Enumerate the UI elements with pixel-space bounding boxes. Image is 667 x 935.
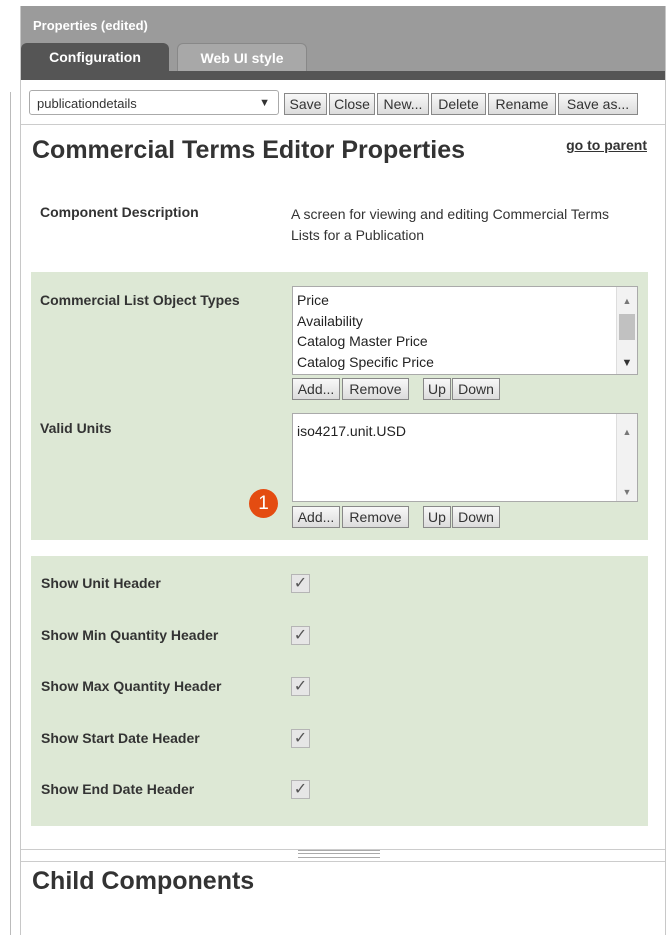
show-end-date-header-checkbox[interactable]: ✓ [291, 780, 310, 799]
scrollbar[interactable]: ▲ ▼ [616, 287, 637, 374]
component-description: A screen for viewing and editing Commerc… [291, 206, 609, 243]
toolbar: publicationdetails ▼ Save Close New... D… [21, 80, 665, 125]
object-types-listbox[interactable]: Price Availability Catalog Master Price … [292, 286, 638, 375]
properties-panel: Properties (edited) Configuration Web UI… [20, 6, 666, 935]
component-select[interactable]: publicationdetails ▼ [29, 90, 279, 115]
scrollbar[interactable]: ▲ ▼ [616, 414, 637, 501]
valid-units-down-button[interactable]: Down [452, 506, 500, 528]
list-item[interactable]: Price [293, 290, 637, 311]
valid-units-label: Valid Units [40, 420, 112, 436]
show-min-quantity-header-label: Show Min Quantity Header [41, 627, 219, 643]
object-types-up-button[interactable]: Up [423, 378, 451, 400]
close-button[interactable]: Close [329, 93, 375, 115]
scroll-up-icon[interactable]: ▲ [617, 422, 637, 443]
left-panel-edge [10, 92, 11, 935]
scroll-down-icon[interactable]: ▼ [617, 353, 637, 374]
list-item[interactable]: Catalog Specific Price [293, 352, 637, 373]
list-item[interactable]: Availability [293, 311, 637, 332]
scroll-up-icon[interactable]: ▲ [617, 291, 637, 312]
object-types-label: Commercial List Object Types [40, 292, 240, 308]
show-max-quantity-header-checkbox[interactable]: ✓ [291, 677, 310, 696]
show-start-date-header-label: Show Start Date Header [41, 730, 200, 746]
component-description-label: Component Description [40, 204, 199, 220]
show-unit-header-label: Show Unit Header [41, 575, 161, 591]
new-button[interactable]: New... [377, 93, 429, 115]
page-title: Commercial Terms Editor Properties [32, 136, 466, 164]
divider-line [21, 861, 665, 862]
rename-button[interactable]: Rename [488, 93, 556, 115]
list-item[interactable]: Catalog Master Price [293, 331, 637, 352]
show-start-date-header-checkbox[interactable]: ✓ [291, 729, 310, 748]
save-button[interactable]: Save [284, 93, 327, 115]
panel-header: Properties (edited) Configuration Web UI… [21, 6, 665, 80]
child-components-heading: Child Components [32, 867, 255, 895]
valid-units-add-button[interactable]: Add... [292, 506, 340, 528]
show-end-date-header-label: Show End Date Header [41, 781, 195, 797]
show-max-quantity-header-label: Show Max Quantity Header [41, 678, 222, 694]
delete-button[interactable]: Delete [431, 93, 486, 115]
tab-configuration[interactable]: Configuration [21, 43, 169, 71]
tab-web-ui-style[interactable]: Web UI style [177, 43, 307, 72]
object-types-remove-button[interactable]: Remove [342, 378, 409, 400]
object-types-add-button[interactable]: Add... [292, 378, 340, 400]
tab-bar-underline [21, 71, 665, 80]
list-item[interactable]: iso4217.unit.USD [293, 421, 637, 442]
object-types-down-button[interactable]: Down [452, 378, 500, 400]
resize-handle[interactable] [298, 850, 380, 858]
scroll-thumb[interactable] [619, 314, 635, 340]
show-unit-header-checkbox[interactable]: ✓ [291, 574, 310, 593]
chevron-down-icon: ▼ [259, 97, 270, 109]
panel-title: Properties (edited) [33, 18, 148, 33]
step-number-badge: 1 [249, 489, 278, 518]
valid-units-up-button[interactable]: Up [423, 506, 451, 528]
show-min-quantity-header-checkbox[interactable]: ✓ [291, 626, 310, 645]
go-to-parent-link[interactable]: go to parent [566, 137, 647, 153]
save-as-button[interactable]: Save as... [558, 93, 638, 115]
component-select-value: publicationdetails [37, 96, 137, 111]
valid-units-remove-button[interactable]: Remove [342, 506, 409, 528]
scroll-down-icon[interactable]: ▼ [617, 482, 637, 503]
valid-units-listbox[interactable]: iso4217.unit.USD ▲ ▼ [292, 413, 638, 502]
